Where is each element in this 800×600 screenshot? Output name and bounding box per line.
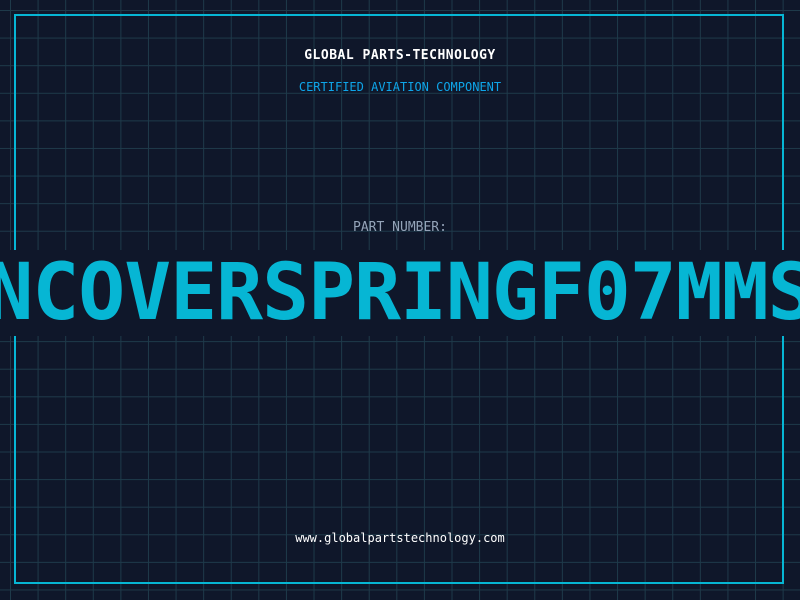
part-number-label: PART NUMBER: (353, 220, 447, 235)
certification-tagline: CERTIFIED AVIATION COMPONENT (298, 80, 502, 94)
company-name: GLOBAL PARTS-TECHNOLOGY (304, 48, 496, 63)
part-number-band: ENCOVERSPRINGF07MMSS (0, 250, 800, 336)
part-number-value: ENCOVERSPRINGF07MMSS (0, 250, 800, 336)
website-url: www.globalpartstechnology.com (295, 531, 505, 545)
